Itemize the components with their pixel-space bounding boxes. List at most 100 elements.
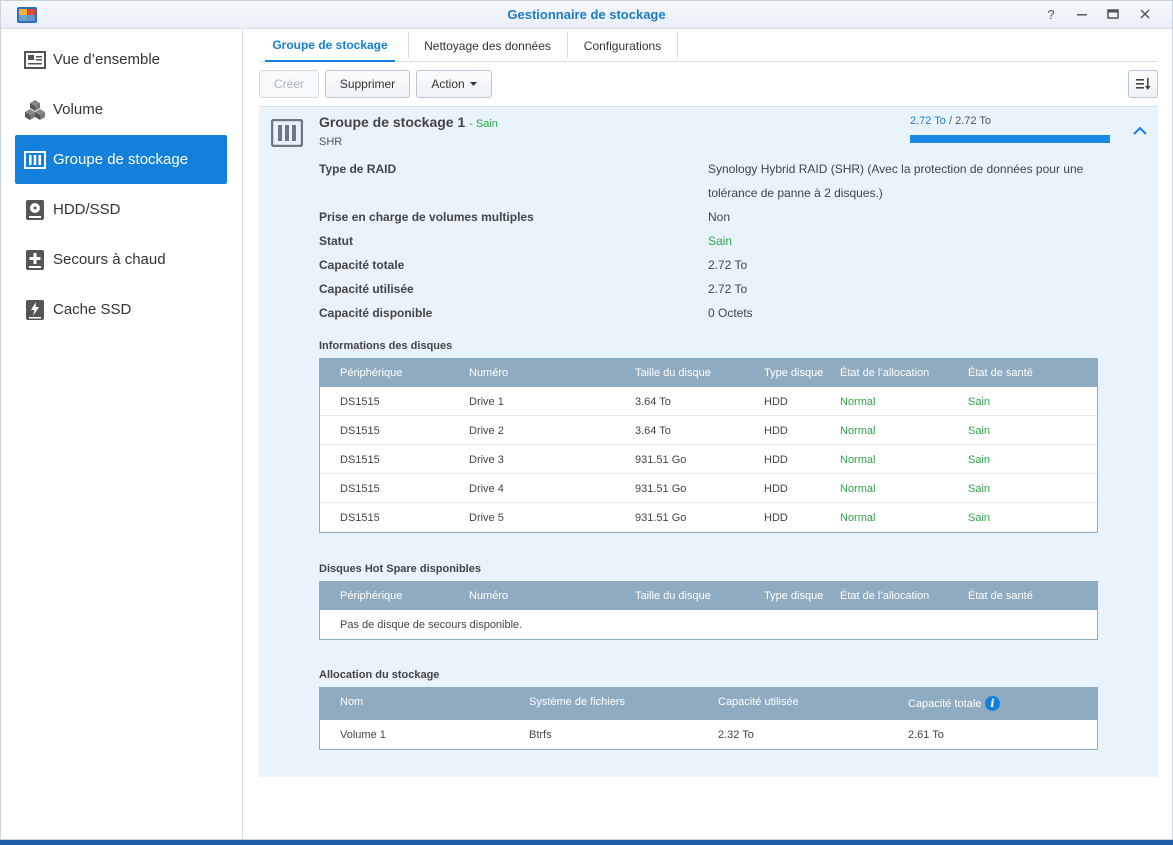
cell-device: DS1515 [340, 396, 380, 408]
sidebar: Vue d’ensemble Volume Groupe de stockage… [1, 30, 243, 839]
storage-pool-icon [271, 119, 303, 147]
tab-configurations[interactable]: Configurations [568, 30, 677, 62]
allocation-title: Allocation du stockage [319, 669, 440, 681]
capacity-bar-fill [910, 135, 1110, 143]
cell-number: Drive 1 [469, 396, 504, 408]
sort-icon [1136, 78, 1151, 90]
sidebar-item-hdd-ssd[interactable]: HDD/SSD [15, 185, 227, 234]
pool-name-text: Groupe de stockage 1 [319, 114, 466, 130]
column-header[interactable]: Système de fichiers [529, 696, 625, 708]
create-button[interactable]: Créer [259, 70, 319, 98]
prop-value-status: Sain [708, 234, 733, 248]
table-row[interactable]: DS1515 Drive 2 3.64 To HDD Normal Sain [320, 416, 1097, 445]
prop-label-available-capacity: Capacité disponible [319, 306, 433, 320]
prop-label-multi-volume: Prise en charge de volumes multiples [319, 210, 534, 224]
table-header: Nom Système de fichiers Capacité utilisé… [320, 688, 1097, 720]
column-header[interactable]: Périphérique [340, 590, 402, 602]
column-header[interactable]: Capacité totale [908, 698, 981, 710]
cell-number: Drive 4 [469, 483, 504, 495]
cell-allocation: Normal [840, 512, 876, 524]
sidebar-item-hot-spare[interactable]: Secours à chaud [15, 235, 227, 284]
ssd-cache-icon [24, 299, 46, 321]
cell-device: DS1515 [340, 512, 380, 524]
action-dropdown-button[interactable]: Action [416, 70, 492, 98]
prop-label-used-capacity: Capacité utilisée [319, 282, 414, 296]
prop-label-total-capacity: Capacité totale [319, 258, 405, 272]
sidebar-item-ssd-cache[interactable]: Cache SSD [15, 285, 227, 334]
table-row[interactable]: DS1515 Drive 1 3.64 To HDD Normal Sain [320, 387, 1097, 416]
cell-type: HDD [764, 483, 788, 495]
disk-info-title: Informations des disques [319, 340, 453, 352]
sidebar-item-volume[interactable]: Volume [15, 85, 227, 134]
maximize-icon[interactable] [1105, 6, 1121, 22]
cell-size: 3.64 To [635, 425, 671, 437]
chevron-down-icon [469, 81, 477, 86]
cell-allocation: Normal [840, 425, 876, 437]
close-icon[interactable] [1137, 6, 1153, 22]
prop-value-raid-type: Synology Hybrid RAID (SHR) (Avec la prot… [708, 157, 1083, 205]
cell-type: HDD [764, 512, 788, 524]
hot-spare-title: Disques Hot Spare disponibles [319, 563, 481, 575]
column-header[interactable]: Taille du disque [635, 367, 711, 379]
cell-size: 931.51 Go [635, 483, 687, 495]
table-row[interactable]: DS1515 Drive 5 931.51 Go HDD Normal Sain [320, 503, 1097, 532]
info-icon[interactable]: i [985, 696, 1000, 711]
tab-data-scrubbing[interactable]: Nettoyage des données [409, 30, 566, 62]
sidebar-item-storage-pool[interactable]: Groupe de stockage [15, 135, 227, 184]
prop-label-raid-type: Type de RAID [319, 162, 397, 176]
prop-value-used-capacity: 2.72 To [708, 282, 748, 296]
cell-used: 2.32 To [718, 729, 754, 741]
table-header: Périphérique Numéro Taille du disque Typ… [320, 359, 1097, 387]
empty-row: Pas de disque de secours disponible. [320, 610, 1097, 639]
cell-health: Sain [968, 483, 991, 495]
action-button-label: Action [431, 77, 465, 91]
pool-status: - Sain [469, 118, 498, 130]
prop-value-total-capacity: 2.72 To [708, 258, 748, 272]
table-row[interactable]: Volume 1 Btrfs 2.32 To 2.61 To [320, 720, 1097, 749]
prop-value-raid-type-line1: Synology Hybrid RAID (SHR) (Avec la prot… [708, 162, 1084, 176]
capacity-bar [910, 135, 1110, 143]
column-header[interactable]: Périphérique [340, 367, 402, 379]
prop-value-raid-type-line2: tolérance de panne à 2 disques.) [708, 186, 883, 200]
column-header[interactable]: État de santé [968, 590, 1033, 602]
cell-device: DS1515 [340, 454, 380, 466]
cell-number: Drive 3 [469, 454, 504, 466]
volume-cubes-icon [24, 99, 46, 121]
delete-button[interactable]: Supprimer [325, 70, 410, 98]
pool-name: Groupe de stockage 1 - Sain [319, 114, 498, 130]
cell-number: Drive 5 [469, 512, 504, 524]
tab-storage-pool[interactable]: Groupe de stockage [265, 30, 395, 62]
window-title: Gestionnaire de stockage [507, 7, 666, 22]
empty-message: Pas de disque de secours disponible. [340, 619, 523, 631]
storage-pool-panel: Groupe de stockage 1 - Sain SHR 2.72 To … [259, 106, 1158, 777]
sort-button[interactable] [1128, 70, 1158, 98]
column-header[interactable]: Numéro [469, 367, 508, 379]
column-header[interactable]: Nom [340, 696, 363, 708]
column-header[interactable]: Type disque [764, 590, 823, 602]
cell-device: DS1515 [340, 483, 380, 495]
column-header[interactable]: Taille du disque [635, 590, 711, 602]
table-header: Périphérique Numéro Taille du disque Typ… [320, 582, 1097, 610]
prop-label-status: Statut [319, 234, 353, 248]
column-header[interactable]: État de l’allocation [840, 367, 929, 379]
column-header[interactable]: État de l’allocation [840, 590, 929, 602]
capacity-separator: / [945, 115, 956, 127]
hot-spare-icon [24, 249, 46, 271]
chevron-up-icon[interactable] [1131, 124, 1149, 138]
table-row[interactable]: DS1515 Drive 3 931.51 Go HDD Normal Sain [320, 445, 1097, 474]
cell-number: Drive 2 [469, 425, 504, 437]
cell-size: 3.64 To [635, 396, 671, 408]
cell-size: 931.51 Go [635, 512, 687, 524]
storage-pool-icon [24, 149, 46, 171]
cell-health: Sain [968, 425, 991, 437]
cell-type: HDD [764, 454, 788, 466]
sidebar-item-overview[interactable]: Vue d’ensemble [15, 35, 227, 84]
column-header[interactable]: Capacité utilisée [718, 696, 799, 708]
help-icon[interactable]: ? [1043, 6, 1059, 22]
column-header[interactable]: Numéro [469, 590, 508, 602]
table-row[interactable]: DS1515 Drive 4 931.51 Go HDD Normal Sain [320, 474, 1097, 503]
column-header[interactable]: Type disque [764, 367, 823, 379]
column-header[interactable]: État de santé [968, 367, 1033, 379]
capacity-used: 2.72 To [910, 115, 946, 127]
minimize-icon[interactable] [1074, 6, 1090, 22]
